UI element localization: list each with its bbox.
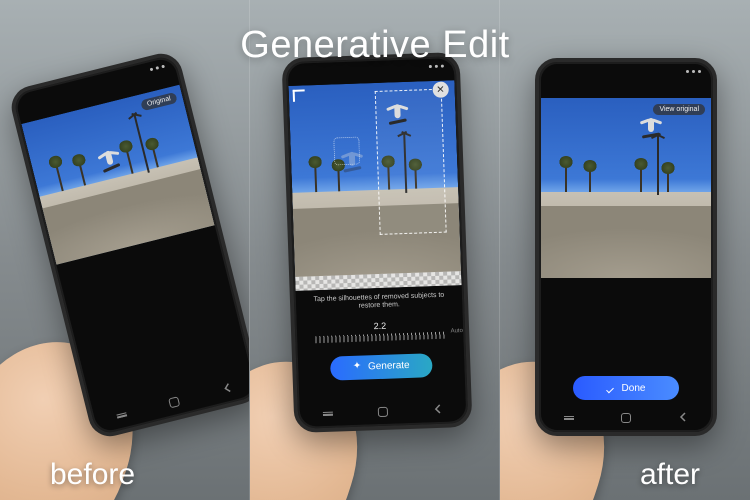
- android-nav-bar: [94, 375, 250, 430]
- panel-after: View original Done after: [500, 0, 750, 500]
- rotation-ruler[interactable]: 2.2 Auto: [297, 318, 464, 344]
- skater-subject: [636, 112, 666, 142]
- skater-original-position[interactable]: [337, 145, 368, 176]
- panel-editing: ✕ Tap the silhouettes of removed subject…: [250, 0, 500, 500]
- palm-tree: [565, 162, 567, 192]
- instruction-text: Tap the silhouettes of removed subjects …: [296, 291, 462, 314]
- light-pole: [657, 135, 659, 195]
- phone-screen: View original Done: [541, 64, 711, 430]
- palm-tree: [667, 168, 669, 192]
- nav-back-icon[interactable]: [220, 379, 234, 399]
- generative-edit-canvas[interactable]: ✕: [288, 80, 461, 291]
- photo-viewer[interactable]: Original: [21, 85, 214, 265]
- done-button-label: Done: [622, 383, 646, 394]
- skater-moved-subject[interactable]: [382, 98, 413, 129]
- check-icon: [607, 383, 617, 393]
- sparkle-icon: [353, 362, 363, 372]
- android-nav-bar: [300, 401, 466, 423]
- palm-tree: [589, 166, 591, 192]
- palm-tree: [640, 164, 642, 192]
- rotation-angle-value: 2.2: [373, 321, 386, 331]
- nav-back-icon[interactable]: [678, 409, 688, 427]
- view-original-button[interactable]: View original: [653, 104, 705, 115]
- nav-recents-icon[interactable]: [117, 412, 128, 418]
- nav-recents-icon[interactable]: [564, 416, 574, 420]
- status-bar: [541, 64, 711, 78]
- android-nav-bar: [541, 410, 711, 426]
- scene-skate-ramp: [541, 206, 711, 278]
- photo-result-viewer[interactable]: View original: [541, 98, 711, 278]
- done-button[interactable]: Done: [573, 376, 678, 400]
- generate-button[interactable]: Generate: [329, 353, 433, 381]
- auto-straighten-label[interactable]: Auto: [450, 328, 463, 334]
- phone-device: View original Done: [535, 58, 717, 436]
- crop-corner-handle[interactable]: [293, 89, 305, 101]
- comparison-triptych: Original before: [0, 0, 750, 500]
- nav-home-icon[interactable]: [621, 413, 631, 423]
- phone-device: ✕ Tap the silhouettes of removed subject…: [282, 52, 473, 433]
- generate-button-label: Generate: [368, 360, 410, 372]
- panel-before: Original before: [0, 0, 250, 500]
- nav-back-icon[interactable]: [433, 401, 444, 419]
- nav-home-icon[interactable]: [169, 396, 181, 408]
- nav-home-icon[interactable]: [378, 407, 388, 417]
- phone-screen: ✕ Tap the silhouettes of removed subject…: [288, 58, 467, 427]
- ruler-ticks[interactable]: Auto: [315, 331, 445, 343]
- caption-before: before: [50, 458, 135, 492]
- nav-recents-icon[interactable]: [323, 412, 333, 416]
- feature-title: Generative Edit: [240, 24, 509, 67]
- caption-after: after: [640, 458, 700, 492]
